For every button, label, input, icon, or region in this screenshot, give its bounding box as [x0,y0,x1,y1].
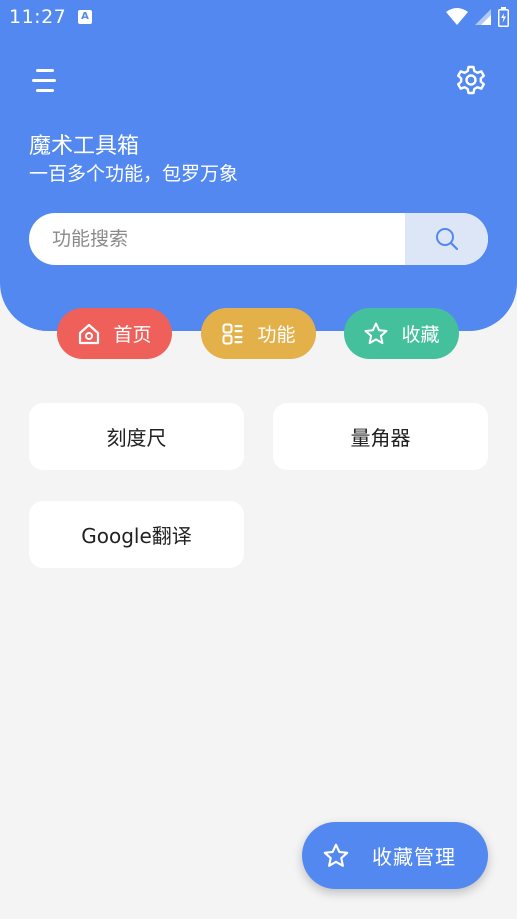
search-icon [435,228,458,251]
menu-button[interactable] [30,66,62,96]
wifi-icon [446,8,468,25]
battery-icon [498,7,509,27]
tab-functions[interactable]: 功能 [201,308,316,359]
gear-icon [457,65,485,95]
status-icons [446,7,509,27]
menu-icon [32,69,56,92]
tab-home[interactable]: 首页 [57,308,172,359]
tool-card-ruler[interactable]: 刻度尺 [29,403,244,470]
app-subtitle: 一百多个功能，包罗万象 [29,163,239,185]
status-bar: 11:27 A [0,0,517,36]
signal-icon [475,9,491,25]
star-icon [365,322,388,344]
search-input[interactable] [29,213,405,265]
apps-icon [222,323,243,344]
search-button[interactable] [405,213,488,265]
tab-home-label: 首页 [113,324,152,346]
tool-card-google-translate[interactable]: Google翻译 [29,501,244,568]
tab-favorites[interactable]: 收藏 [344,308,459,359]
tool-card-protractor[interactable]: 量角器 [273,403,488,470]
tab-functions-label: 功能 [257,324,296,346]
star-icon [323,843,349,867]
notification-icon: A [78,10,92,24]
tool-card-label: Google翻译 [81,524,192,548]
tool-card-label: 量角器 [350,426,411,450]
tab-favorites-label: 收藏 [401,324,440,346]
status-time: 11:27 [9,6,67,28]
tool-card-label: 刻度尺 [106,426,167,450]
app-title: 魔术工具箱 [29,134,140,159]
favorites-manage-button[interactable]: 收藏管理 [302,822,488,889]
settings-button[interactable] [455,64,487,96]
home-icon [79,323,100,344]
favorites-manage-label: 收藏管理 [372,845,456,869]
app-screen: 11:27 A 魔术工具箱 一百多个功能，包罗万象 功能搜索 首页 功能 收藏 … [0,0,517,919]
search-bar [29,213,488,265]
